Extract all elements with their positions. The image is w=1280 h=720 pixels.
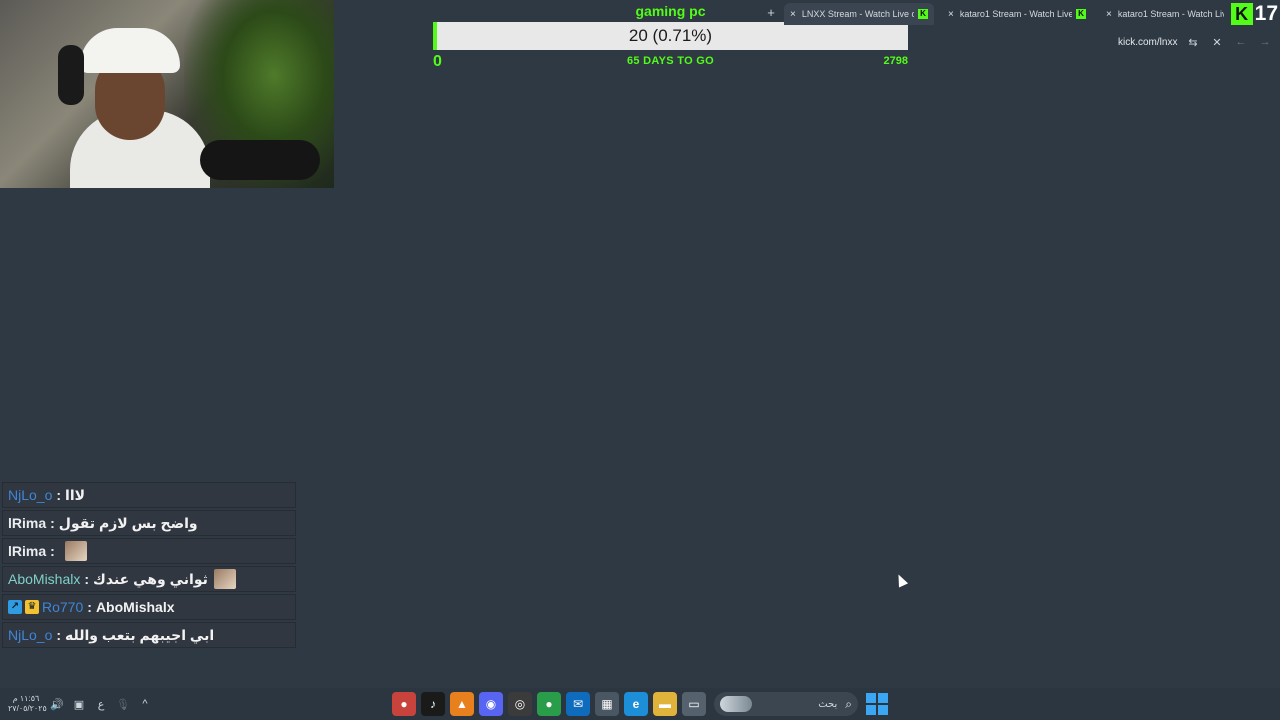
tab-title: LNXX Stream - Watch Live on K bbox=[801, 9, 914, 19]
kick-icon: K bbox=[1076, 9, 1086, 19]
microphone-icon[interactable]: 🎙 bbox=[114, 695, 132, 713]
explorer-icon[interactable]: ▬ bbox=[653, 692, 677, 716]
chat-separator: : bbox=[87, 599, 92, 615]
vip-badge-icon: ↗ bbox=[8, 600, 22, 614]
kick-icon: K bbox=[918, 9, 928, 19]
browser-tab[interactable]: × LNXX Stream - Watch Live on K K bbox=[784, 3, 934, 25]
chat-separator: : bbox=[56, 627, 62, 643]
clock-time: ١١:٥٦ م bbox=[12, 694, 40, 703]
chat-separator: : bbox=[56, 487, 62, 503]
chat-username: NjLo_o bbox=[8, 627, 53, 643]
back-icon[interactable]: ← bbox=[1232, 33, 1250, 51]
tiktok-icon[interactable]: ♪ bbox=[421, 692, 445, 716]
obs-icon[interactable]: ◎ bbox=[508, 692, 532, 716]
discord-icon[interactable]: ◉ bbox=[479, 692, 503, 716]
chat-text: لااا bbox=[65, 486, 86, 503]
goal-days-left: 65 DAYS TO GO bbox=[626, 55, 715, 67]
chat-username: Ro770 bbox=[42, 599, 84, 615]
browser-tab[interactable]: × kataro1 Stream - Watch Live on K bbox=[942, 3, 1092, 25]
chat-emote bbox=[213, 569, 236, 589]
chat-username: AboMishalx bbox=[8, 571, 81, 587]
cap bbox=[80, 28, 180, 73]
network-icon[interactable]: ▣ bbox=[70, 695, 88, 713]
chat-emote bbox=[64, 541, 87, 561]
close-icon[interactable]: ✕ bbox=[1208, 33, 1226, 51]
brand-number: 17 bbox=[1254, 2, 1278, 25]
close-tab-icon[interactable]: × bbox=[948, 9, 954, 20]
chat-message: NjLo_o : ابي اجيبهم بتعب والله bbox=[2, 622, 296, 648]
chat-text: ثواني وهي عندك bbox=[93, 570, 208, 587]
store-icon[interactable]: ▦ bbox=[595, 692, 619, 716]
chat-message: ↗ ♛ Ro770 : AboMishalx bbox=[2, 594, 296, 620]
vlc-icon[interactable]: ▲ bbox=[450, 692, 474, 716]
outlook-icon[interactable]: ✉ bbox=[566, 692, 590, 716]
search-placeholder: بحث bbox=[818, 698, 838, 710]
language-indicator[interactable]: ع bbox=[92, 695, 110, 713]
chat-message: lRima : واضح بس لازم تقول bbox=[2, 510, 296, 536]
taskbar-search[interactable]: بحث ⌕ bbox=[714, 692, 858, 716]
chat-overlay: NjLo_o : لااا lRima : واضح بس لازم تقول … bbox=[2, 482, 296, 650]
crown-badge-icon: ♛ bbox=[25, 600, 39, 614]
chat-message: lRima : bbox=[2, 538, 296, 564]
taskbar: ١١:٥٦ م ٢٧/٠٥/٢٠٢٥ 🔊 ▣ ع 🎙 ^ ● ♪ ▲ ◉ ◎ ●… bbox=[0, 688, 1280, 720]
chevron-up-icon[interactable]: ^ bbox=[136, 695, 154, 713]
webcam-feed bbox=[0, 0, 334, 188]
search-icon: ⌕ bbox=[845, 696, 852, 711]
app-icon[interactable]: ▭ bbox=[682, 692, 706, 716]
tab-title: kataro1 Stream - Watch Live bbox=[1117, 9, 1224, 19]
site-settings-icon[interactable]: ⇆ bbox=[1184, 33, 1202, 51]
search-highlight-image bbox=[720, 696, 752, 712]
windows-start-icon[interactable] bbox=[866, 693, 888, 715]
microphone bbox=[200, 140, 320, 180]
kick-brand-badge: K 17 bbox=[1230, 0, 1280, 28]
chat-separator: : bbox=[84, 571, 90, 587]
new-tab-icon[interactable]: + bbox=[763, 5, 779, 21]
clock-date: ٢٧/٠٥/٢٠٢٥ bbox=[8, 704, 47, 713]
chat-username: lRima bbox=[8, 543, 47, 559]
close-tab-icon[interactable]: × bbox=[790, 9, 796, 20]
chat-message: AboMishalx : ثواني وهي عندك bbox=[2, 566, 296, 592]
chat-text: ابي اجيبهم بتعب والله bbox=[65, 626, 215, 643]
taskbar-apps: ● ♪ ▲ ◉ ◎ ● ✉ ▦ e ▬ ▭ bbox=[392, 692, 711, 716]
forward-icon[interactable]: → bbox=[1256, 33, 1274, 51]
kick-logo-icon: K bbox=[1230, 3, 1253, 25]
chat-text: AboMishalx bbox=[95, 599, 175, 615]
mouse-cursor-icon bbox=[893, 572, 909, 588]
edge-icon[interactable]: e bbox=[624, 692, 648, 716]
chrome-icon[interactable]: ● bbox=[537, 692, 561, 716]
chrome-canary-icon[interactable]: ● bbox=[392, 692, 416, 716]
goal-max: 2798 bbox=[883, 55, 908, 67]
chat-separator: : bbox=[50, 515, 55, 531]
headset bbox=[58, 45, 84, 105]
browser-tab[interactable]: × kataro1 Stream - Watch Live bbox=[1100, 3, 1230, 25]
system-tray: ١١:٥٦ م ٢٧/٠٥/٢٠٢٥ 🔊 ▣ ع 🎙 ^ bbox=[8, 688, 154, 720]
chat-text: واضح بس لازم تقول bbox=[58, 514, 198, 531]
tab-title: kataro1 Stream - Watch Live on bbox=[959, 9, 1072, 19]
volume-icon[interactable]: 🔊 bbox=[48, 695, 66, 713]
chat-separator: : bbox=[50, 543, 55, 559]
close-tab-icon[interactable]: × bbox=[1106, 9, 1112, 20]
chat-username: lRima bbox=[8, 515, 47, 531]
browser-tab-bar: + × LNXX Stream - Watch Live on K K × ka… bbox=[760, 0, 1280, 28]
clock[interactable]: ١١:٥٦ م ٢٧/٠٥/٢٠٢٥ bbox=[8, 694, 47, 714]
url-text[interactable]: kick.com/lnxx bbox=[1118, 37, 1178, 48]
address-bar: kick.com/lnxx ⇆ ✕ ← → bbox=[1110, 32, 1280, 52]
chat-message: NjLo_o : لااا bbox=[2, 482, 296, 508]
chat-username: NjLo_o bbox=[8, 487, 53, 503]
